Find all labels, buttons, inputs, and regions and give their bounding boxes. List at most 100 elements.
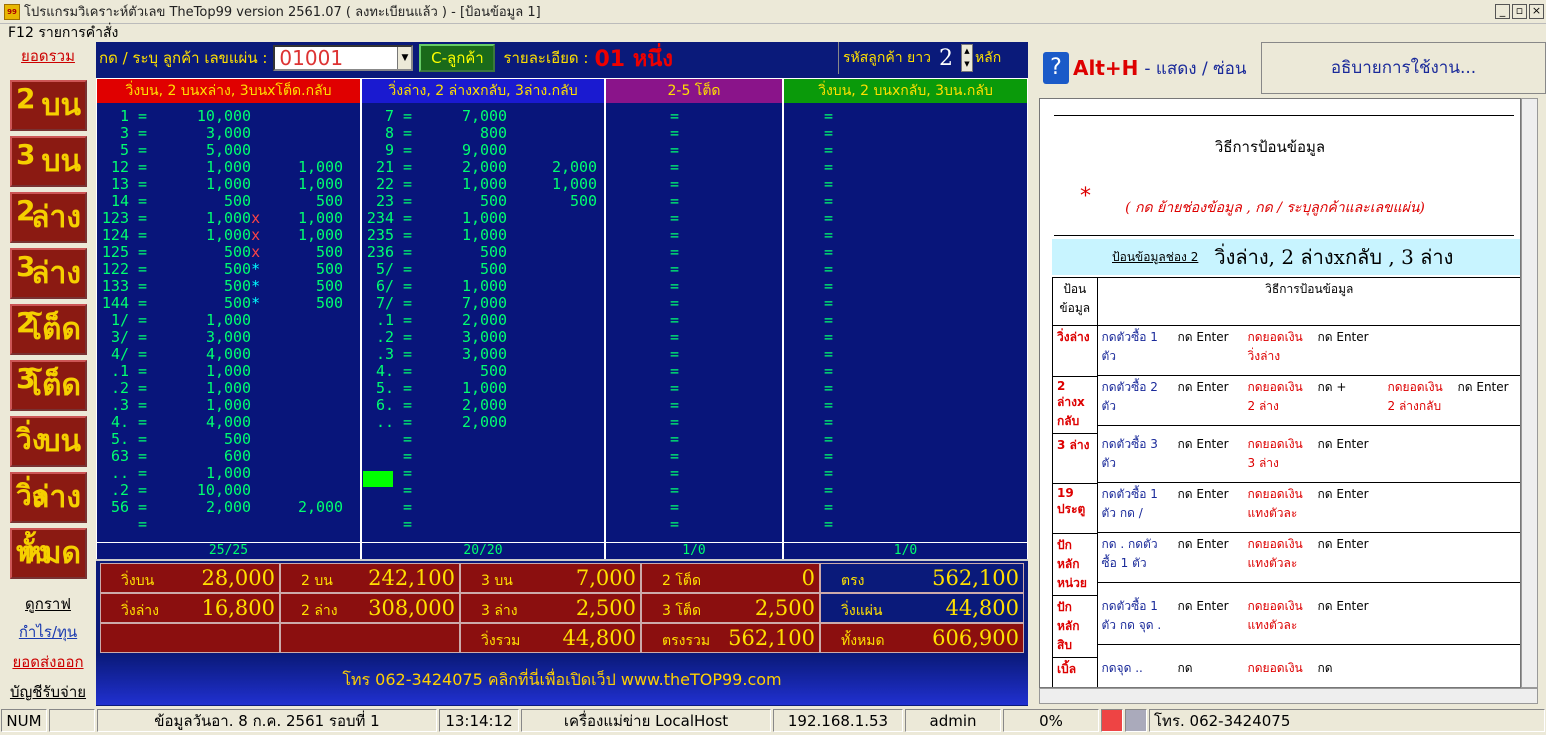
help-question-icon[interactable]: ? xyxy=(1043,52,1069,84)
entry-row[interactable]: = xyxy=(362,431,604,448)
bet-type-button-1[interactable]: 3 บน xyxy=(10,136,87,187)
entry-row[interactable]: = xyxy=(784,380,1027,397)
entry-row[interactable]: = xyxy=(606,210,782,227)
entry-row[interactable]: = xyxy=(606,312,782,329)
entry-row[interactable]: = xyxy=(97,516,360,533)
entry-row[interactable]: = xyxy=(606,108,782,125)
entry-row[interactable]: .3 = 3,000 xyxy=(362,346,604,363)
entry-row[interactable]: .2 = 3,000 xyxy=(362,329,604,346)
bet-type-button-2[interactable]: 2 ล่าง xyxy=(10,192,87,243)
entry-row[interactable]: = xyxy=(606,261,782,278)
entry-row[interactable]: = xyxy=(784,312,1027,329)
entry-row[interactable]: = xyxy=(784,227,1027,244)
entry-row[interactable]: = xyxy=(784,363,1027,380)
restore-button[interactable]: ▫ xyxy=(1512,4,1527,19)
column-1[interactable]: วิ่งบน, 2 บนxล่าง, 3บนxโต็ด.กลับ 1 = 10,… xyxy=(96,78,361,560)
website-link[interactable]: โทร 062-3424075 คลิกที่นี่เพื่อเปิดเว็ป … xyxy=(96,655,1028,705)
entry-row[interactable]: 4. = 4,000 xyxy=(97,414,360,431)
entry-row[interactable]: = xyxy=(784,448,1027,465)
entry-row[interactable]: = xyxy=(606,244,782,261)
bet-type-button-6[interactable]: วิ่ง บน xyxy=(10,416,87,467)
entry-row[interactable]: = xyxy=(606,448,782,465)
entry-row[interactable]: 8 = 800 xyxy=(362,125,604,142)
entry-row[interactable]: = xyxy=(784,176,1027,193)
entry-row[interactable]: 236 = 500 xyxy=(362,244,604,261)
column-3[interactable]: 2-5 โต็ด = = = = = = = = = = = = = = = = = = = = = = = = = 1/0 xyxy=(605,78,783,560)
horizontal-scrollbar[interactable] xyxy=(1039,688,1538,704)
entry-row[interactable]: = xyxy=(606,159,782,176)
entry-row[interactable]: .2 = 10,000 xyxy=(97,482,360,499)
entry-row[interactable]: 7 = 7,000 xyxy=(362,108,604,125)
entry-row[interactable]: 4/ = 4,000 xyxy=(97,346,360,363)
bet-type-button-8[interactable]: ทั้ง หมด xyxy=(10,528,87,579)
entry-row[interactable]: = xyxy=(606,465,782,482)
entry-row[interactable]: = xyxy=(784,516,1027,533)
entry-row[interactable]: = xyxy=(362,482,604,499)
entry-row[interactable]: 13 = 1,000 1,000 xyxy=(97,176,360,193)
entry-row[interactable]: 125 = 500x 500 xyxy=(97,244,360,261)
entry-row[interactable]: = xyxy=(784,414,1027,431)
menu-commands[interactable]: F12 รายการคำสั่ง xyxy=(8,25,118,41)
entry-row[interactable]: = xyxy=(784,278,1027,295)
entry-row[interactable]: = xyxy=(606,176,782,193)
entry-row[interactable]: .3 = 1,000 xyxy=(97,397,360,414)
entry-row[interactable]: = xyxy=(362,448,604,465)
entry-row[interactable]: = xyxy=(784,210,1027,227)
entry-row[interactable]: .1 = 2,000 xyxy=(362,312,604,329)
record-icon[interactable] xyxy=(1101,709,1123,732)
entry-row[interactable]: = xyxy=(606,397,782,414)
entry-row[interactable]: = xyxy=(784,261,1027,278)
printer-icon[interactable] xyxy=(1125,709,1147,732)
nav-profit[interactable]: กำไร/ทุน xyxy=(0,618,96,646)
nav-graph[interactable]: ดูกราฟ xyxy=(0,590,96,618)
entry-row[interactable]: 9 = 9,000 xyxy=(362,142,604,159)
nav-export[interactable]: ยอดส่งออก xyxy=(0,648,96,676)
entry-row[interactable]: .1 = 1,000 xyxy=(97,363,360,380)
customer-code-select[interactable]: 01001 ▼ xyxy=(273,45,414,71)
entry-row[interactable]: = xyxy=(606,380,782,397)
entry-row[interactable]: 1 = 10,000 xyxy=(97,108,360,125)
entry-row[interactable]: 144 = 500* 500 xyxy=(97,295,360,312)
entry-row[interactable]: 14 = 500 500 xyxy=(97,193,360,210)
entry-row[interactable]: = xyxy=(606,363,782,380)
entry-row[interactable]: = xyxy=(606,278,782,295)
entry-row[interactable]: 22 = 1,000 1,000 xyxy=(362,176,604,193)
entry-row[interactable]: 234 = 1,000 xyxy=(362,210,604,227)
entry-row[interactable]: = xyxy=(784,465,1027,482)
entry-row[interactable]: 56 = 2,000 2,000 xyxy=(97,499,360,516)
entry-row[interactable]: 21 = 2,000 2,000 xyxy=(362,159,604,176)
entry-row[interactable]: .2 = 1,000 xyxy=(97,380,360,397)
entry-row[interactable]: = xyxy=(784,346,1027,363)
entry-row[interactable]: = xyxy=(606,431,782,448)
close-button[interactable]: × xyxy=(1529,4,1544,19)
entry-row[interactable]: = xyxy=(606,414,782,431)
bet-type-button-4[interactable]: 2 โต็ด xyxy=(10,304,87,355)
entry-row[interactable]: 124 = 1,000x 1,000 xyxy=(97,227,360,244)
entry-row[interactable]: 6. = 2,000 xyxy=(362,397,604,414)
entry-row[interactable]: = xyxy=(784,329,1027,346)
entry-row[interactable]: = xyxy=(606,193,782,210)
entry-row[interactable]: 5/ = 500 xyxy=(362,261,604,278)
entry-row[interactable]: 12 = 1,000 1,000 xyxy=(97,159,360,176)
nav-total[interactable]: ยอดรวม xyxy=(0,42,96,70)
entry-row[interactable]: 5. = 1,000 xyxy=(362,380,604,397)
bet-type-button-5[interactable]: 3 โต็ด xyxy=(10,360,87,411)
entry-row[interactable]: = xyxy=(784,142,1027,159)
entry-row[interactable]: .. = 1,000 xyxy=(97,465,360,482)
entry-row[interactable]: 6/ = 1,000 xyxy=(362,278,604,295)
vertical-scrollbar[interactable] xyxy=(1521,98,1538,688)
minimize-button[interactable]: _ xyxy=(1495,4,1510,19)
column-2[interactable]: วิ่งล่าง, 2 ล่างxกลับ, 3ล่าง.กลับ 7 = 7,… xyxy=(361,78,605,560)
entry-row[interactable]: = xyxy=(606,295,782,312)
entry-row[interactable]: = xyxy=(784,295,1027,312)
entry-row[interactable]: 23 = 500 500 xyxy=(362,193,604,210)
entry-row[interactable]: = xyxy=(606,329,782,346)
code-length-spinner[interactable]: ▲ ▼ xyxy=(960,44,973,72)
entry-row[interactable]: = xyxy=(362,499,604,516)
entry-cursor[interactable] xyxy=(363,471,393,487)
customer-button[interactable]: C-ลูกค้า xyxy=(419,44,496,72)
entry-row[interactable]: 4. = 500 xyxy=(362,363,604,380)
entry-row[interactable]: 1/ = 1,000 xyxy=(97,312,360,329)
entry-row[interactable]: = xyxy=(784,482,1027,499)
entry-row[interactable]: 5. = 500 xyxy=(97,431,360,448)
